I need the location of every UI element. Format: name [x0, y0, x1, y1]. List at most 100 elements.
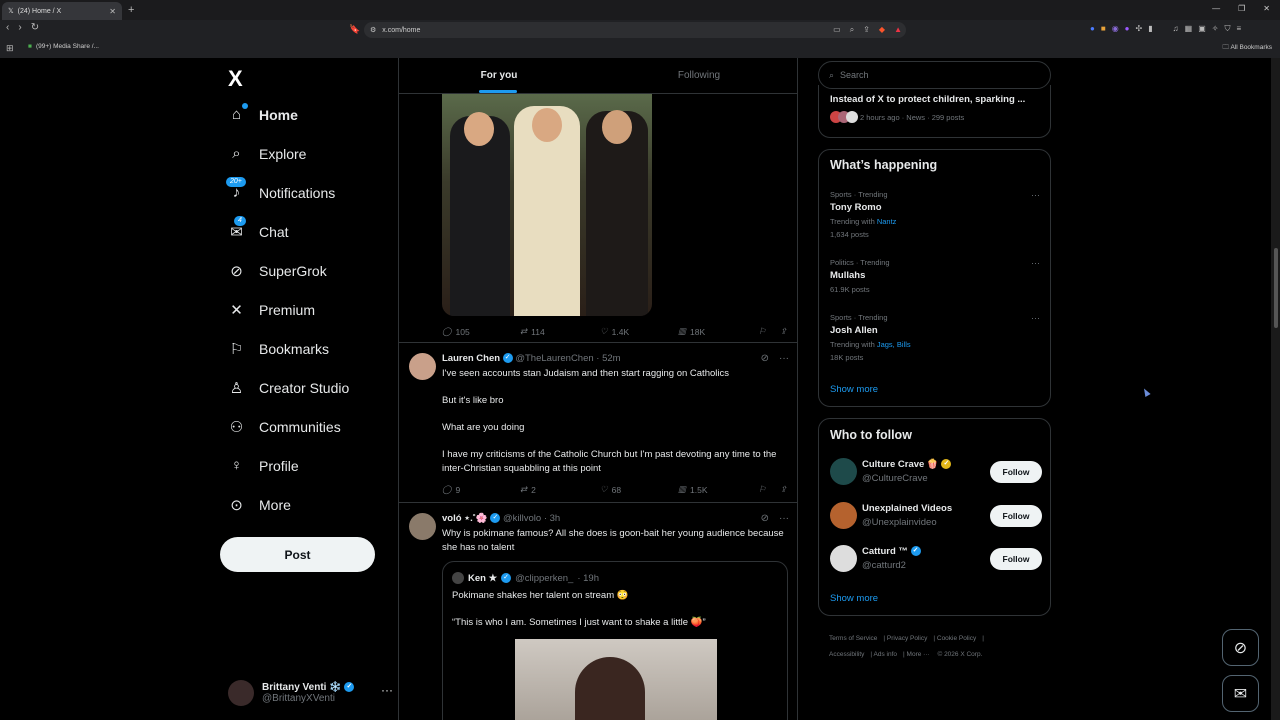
sidebar-item-creator-studio[interactable]: ♙ Creator Studio: [228, 379, 350, 397]
views-button[interactable]: ▥ 18K: [678, 326, 758, 337]
close-window-icon[interactable]: ✕: [1263, 4, 1270, 13]
follow-button[interactable]: Follow: [990, 461, 1042, 483]
bookmark-item[interactable]: ■ (99+) Media Share /...: [28, 43, 99, 50]
site-info-icon[interactable]: ⚙: [370, 26, 376, 34]
new-tab-icon[interactable]: +: [128, 4, 134, 16]
follow-button[interactable]: Follow: [990, 548, 1042, 570]
show-more-link[interactable]: Show more: [830, 384, 878, 395]
browser-chrome: 𝕏 (24) Home / X ✕ + — ❐ ✕ ‹ › ↻ 🔖 ⚙ x.co…: [0, 0, 1280, 58]
follow-suggestion[interactable]: Culture Crave 🍿 ✓ @CultureCrave Follow: [830, 458, 1042, 490]
tabs-icon[interactable]: ▦: [1185, 24, 1193, 34]
wallet-icon[interactable]: ▣: [1198, 24, 1206, 34]
like-button[interactable]: ♡ 68: [600, 484, 678, 495]
share-icon[interactable]: ⇪: [863, 25, 870, 35]
follow-suggestion[interactable]: Unexplained Videos @Unexplainvideo Follo…: [830, 502, 1042, 534]
tweet[interactable]: voló ⋆.˚🌸 ✓ @killvolo · 3h ⊘ ··· Why is p…: [409, 513, 789, 553]
address-bar[interactable]: ⚙ x.com/home ▭ ⌕ ⇪ ◆ ▲: [364, 22, 906, 38]
sidebar-item-bookmarks[interactable]: ⚐ Bookmarks: [228, 340, 329, 358]
forward-icon[interactable]: ›: [18, 22, 21, 33]
vpn-icon[interactable]: ⛉: [1224, 24, 1230, 34]
sidebar-item-notifications[interactable]: ♪ 20+ Notifications: [226, 177, 335, 201]
tab-following[interactable]: Following: [599, 58, 797, 93]
share-icon[interactable]: ⇪: [780, 484, 787, 495]
brave-shield-icon[interactable]: ◆: [879, 25, 885, 35]
sidebar-item-explore[interactable]: ⌕ Explore: [228, 145, 306, 162]
scrollbar-thumb[interactable]: [1274, 248, 1278, 328]
footer-link[interactable]: Cookie Policy: [937, 635, 976, 642]
extension-icon[interactable]: ●: [1090, 24, 1095, 34]
ai-icon[interactable]: ✧: [1212, 24, 1219, 34]
quote-media[interactable]: [515, 639, 717, 720]
reply-button[interactable]: ◯ 9: [442, 484, 520, 495]
all-bookmarks[interactable]: 🗀 All Bookmarks: [1223, 43, 1273, 54]
follow-suggestion[interactable]: Catturd ™ ✓ @catturd2 Follow: [830, 545, 1042, 577]
avatar[interactable]: [409, 513, 436, 540]
more-dots-icon[interactable]: ···: [1031, 258, 1040, 268]
more-dots-icon[interactable]: ···: [1031, 313, 1040, 323]
restore-icon[interactable]: ❐: [1238, 4, 1245, 13]
reader-icon[interactable]: ▭: [833, 25, 841, 35]
account-switcher[interactable]: Brittany Venti ❄️ ✓ @BrittanyXVenti ···: [228, 675, 393, 711]
bookmark-page-icon[interactable]: 🔖: [349, 24, 360, 35]
extension-icon[interactable]: ●: [1125, 24, 1130, 34]
quoted-tweet[interactable]: Ken ★ ✓ @clipperken_ · 19h Pokimane shak…: [442, 561, 788, 720]
sidebar-item-communities[interactable]: ⚇ Communities: [228, 418, 341, 436]
post-button[interactable]: Post: [220, 537, 375, 572]
post-image[interactable]: [442, 94, 652, 316]
sidebar-icon[interactable]: ▮: [1148, 24, 1152, 34]
more-dots-icon[interactable]: ···: [381, 683, 393, 697]
like-button[interactable]: ♡ 1.4K: [600, 326, 678, 337]
sidebar-item-supergrok[interactable]: ⊘ SuperGrok: [228, 262, 327, 280]
trend-item[interactable]: Sports · Trending Josh Allen Trending wi…: [830, 313, 1040, 362]
avatar[interactable]: [409, 353, 436, 380]
browser-tab[interactable]: 𝕏 (24) Home / X ✕: [2, 2, 122, 20]
reply-button[interactable]: ◯ 105: [442, 326, 520, 337]
footer-link[interactable]: Accessibility: [829, 651, 864, 658]
extension-icon[interactable]: ■: [1101, 24, 1106, 34]
menu-icon[interactable]: ♫: [1173, 24, 1179, 34]
news-card[interactable]: Instead of X to protect children, sparki…: [818, 85, 1051, 138]
footer-link[interactable]: More ···: [907, 651, 930, 658]
close-tab-icon[interactable]: ✕: [109, 7, 116, 16]
more-dots-icon[interactable]: ···: [779, 353, 789, 364]
tab-for-you[interactable]: For you: [399, 58, 599, 93]
more-dots-icon[interactable]: ···: [1031, 190, 1040, 200]
show-more-link[interactable]: Show more: [830, 593, 878, 604]
trend-item[interactable]: Sports · Trending Tony Romo Trending wit…: [830, 190, 1040, 239]
repost-button[interactable]: ⇄ 2: [520, 484, 600, 495]
back-icon[interactable]: ‹: [6, 22, 9, 33]
bookmark-icon[interactable]: ⚐: [758, 326, 766, 337]
grok-fab[interactable]: ⊘: [1222, 629, 1259, 666]
grok-icon[interactable]: ⊘: [761, 353, 769, 364]
sidebar-item-chat[interactable]: ✉ 4 Chat: [228, 216, 289, 241]
rewards-icon[interactable]: ▲: [894, 25, 902, 35]
puzzle-icon[interactable]: ✣: [1136, 24, 1143, 34]
account-handle: @BrittanyXVenti: [262, 693, 335, 704]
follow-button[interactable]: Follow: [990, 505, 1042, 527]
tweet[interactable]: Lauren Chen ✓ @TheLaurenChen · 52m ⊘ ··· …: [409, 353, 789, 503]
footer-link[interactable]: Ads info: [874, 651, 898, 658]
more-dots-icon[interactable]: ···: [779, 513, 789, 524]
x-logo-icon[interactable]: X: [228, 66, 243, 92]
bookmark-icon[interactable]: ⚐: [758, 484, 766, 495]
share-icon[interactable]: ⇪: [780, 326, 787, 337]
minimize-icon[interactable]: —: [1212, 4, 1220, 13]
messages-fab[interactable]: ✉: [1222, 675, 1259, 712]
reload-icon[interactable]: ↻: [31, 22, 39, 33]
page-scrollbar[interactable]: [1271, 58, 1280, 720]
apps-grid-icon[interactable]: ⊞: [6, 43, 14, 54]
hamburger-icon[interactable]: ≡: [1236, 24, 1241, 34]
grok-icon[interactable]: ⊘: [761, 513, 769, 524]
extension-icon[interactable]: ◉: [1112, 24, 1119, 34]
footer-link[interactable]: Terms of Service: [829, 635, 877, 642]
sidebar-item-more[interactable]: ⊙ More: [228, 496, 291, 514]
sidebar-item-home[interactable]: ⌂ Home: [228, 103, 298, 123]
repost-button[interactable]: ⇄ 114: [520, 326, 600, 337]
sidebar-item-premium[interactable]: ✕ Premium: [228, 301, 315, 319]
zoom-icon[interactable]: ⌕: [850, 25, 854, 35]
footer-link[interactable]: Privacy Policy: [887, 635, 927, 642]
sidebar-item-profile[interactable]: ♀ Profile: [228, 457, 299, 474]
trend-item[interactable]: Politics · Trending Mullahs 61.9K posts …: [830, 258, 1040, 294]
views-button[interactable]: ▥ 1.5K: [678, 484, 758, 495]
envelope-icon: ✉: [1233, 685, 1248, 703]
